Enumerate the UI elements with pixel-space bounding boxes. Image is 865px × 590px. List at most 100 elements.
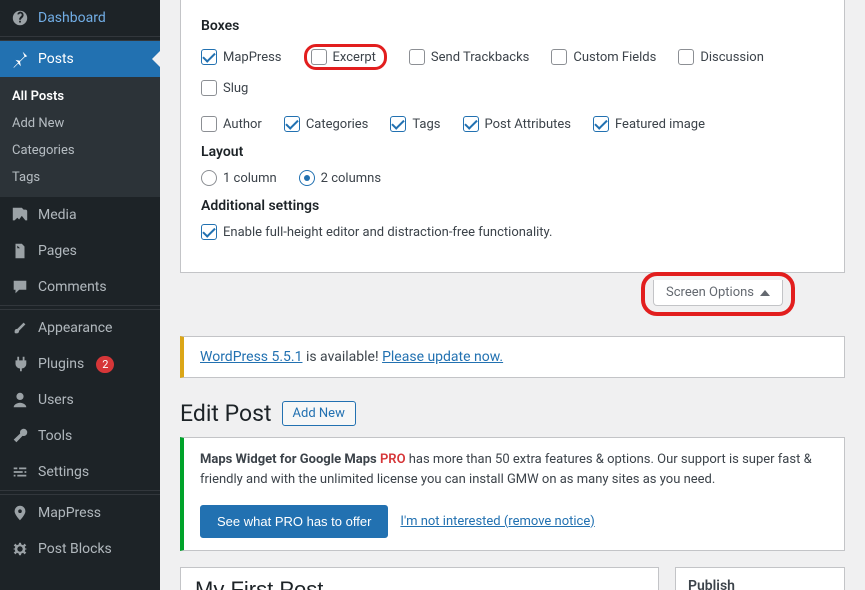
menu-label: Posts [38, 51, 74, 67]
checkbox-label: Author [223, 117, 262, 132]
update-version-link[interactable]: WordPress 5.5.1 [200, 349, 302, 365]
post-title-input[interactable] [191, 574, 648, 590]
user-icon [10, 390, 30, 410]
menu-appearance[interactable]: Appearance [0, 310, 160, 346]
menu-posts[interactable]: Posts [0, 41, 160, 77]
promo-cta-button[interactable]: See what PRO has to offer [200, 505, 388, 538]
menu-label: Dashboard [38, 10, 106, 26]
menu-tools[interactable]: Tools [0, 418, 160, 454]
screen-options-label: Screen Options [666, 285, 754, 300]
checkbox-label: Discussion [700, 50, 764, 65]
menu-label: MapPress [38, 505, 101, 521]
submenu-all-posts[interactable]: All Posts [0, 83, 160, 110]
main-content: Boxes MapPress Excerpt Send Trackbacks Cust… [160, 0, 865, 590]
additional-label: Enable full-height editor and distractio… [223, 225, 552, 240]
dashboard-icon [10, 8, 30, 28]
location-icon [10, 503, 30, 523]
checkbox-post-attributes[interactable] [463, 116, 479, 132]
menu-pages[interactable]: Pages [0, 233, 160, 269]
checkbox-slug[interactable] [201, 80, 217, 96]
promo-dismiss-link[interactable]: I'm not interested (remove notice) [400, 512, 594, 532]
boxes-row: MapPress Excerpt Send Trackbacks Custom Fie… [201, 44, 824, 132]
publish-metabox: Publish Save Draft [675, 567, 845, 590]
menu-users[interactable]: Users [0, 382, 160, 418]
checkbox-tags[interactable] [390, 116, 406, 132]
chevron-up-icon [760, 290, 770, 296]
radio-label: 2 columns [321, 171, 381, 186]
additional-row: Enable full-height editor and distractio… [201, 224, 824, 240]
checkbox-label: Excerpt [333, 50, 376, 65]
promo-notice: Maps Widget for Google Maps PRO has more… [180, 437, 845, 551]
menu-dashboard[interactable]: Dashboard [0, 0, 160, 36]
update-notice: WordPress 5.5.1 is available! Please upd… [180, 336, 845, 378]
radio-1-column[interactable] [201, 170, 217, 186]
menu-settings[interactable]: Settings [0, 454, 160, 490]
checkbox-label: Featured image [615, 117, 705, 132]
add-new-button[interactable]: Add New [282, 401, 356, 426]
update-text: is available! [302, 349, 382, 365]
screen-options-panel: Boxes MapPress Excerpt Send Trackbacks Cust… [180, 0, 845, 273]
gear-icon [10, 539, 30, 559]
admin-sidebar: Dashboard Posts All Posts Add New Catego… [0, 0, 160, 590]
annotation-highlight-tab: Screen Options [641, 272, 795, 316]
checkbox-excerpt[interactable] [311, 49, 327, 65]
comments-icon [10, 277, 30, 297]
checkbox-custom-fields[interactable] [551, 49, 567, 65]
submenu-add-new[interactable]: Add New [0, 110, 160, 137]
checkbox-label: Tags [412, 117, 440, 132]
checkbox-featured-image[interactable] [593, 116, 609, 132]
checkbox-mappress[interactable] [201, 49, 217, 65]
update-now-link[interactable]: Please update now. [382, 349, 503, 365]
submenu-categories[interactable]: Categories [0, 137, 160, 164]
annotation-highlight-excerpt: Excerpt [304, 44, 387, 70]
menu-plugins[interactable]: Plugins 2 [0, 346, 160, 382]
page-header: Edit Post Add New [180, 400, 845, 427]
layout-heading: Layout [201, 144, 824, 160]
title-column: Permalink: http://localhost/bipin/2020/0… [180, 567, 659, 590]
checkbox-categories[interactable] [284, 116, 300, 132]
menu-label: Tools [38, 428, 72, 444]
media-icon [10, 205, 30, 225]
boxes-heading: Boxes [201, 18, 824, 34]
promo-text: Maps Widget for Google Maps PRO has more… [200, 450, 828, 489]
publish-heading: Publish [676, 568, 844, 590]
radio-2-columns[interactable] [299, 170, 315, 186]
additional-heading: Additional settings [201, 198, 824, 214]
screen-options-tab-row: Screen Options [160, 272, 865, 316]
page-title: Edit Post [180, 400, 272, 427]
checkbox-author[interactable] [201, 116, 217, 132]
checkbox-label: Send Trackbacks [431, 50, 529, 65]
menu-media[interactable]: Media [0, 197, 160, 233]
menu-comments[interactable]: Comments [0, 269, 160, 305]
menu-label: Users [38, 392, 74, 408]
screen-options-toggle[interactable]: Screen Options [653, 280, 783, 306]
menu-label: Settings [38, 464, 89, 480]
menu-mappress[interactable]: MapPress [0, 495, 160, 531]
checkbox-discussion[interactable] [678, 49, 694, 65]
editor-row: Permalink: http://localhost/bipin/2020/0… [180, 567, 845, 590]
menu-label: Plugins [38, 356, 84, 372]
wrench-icon [10, 426, 30, 446]
submenu-tags[interactable]: Tags [0, 164, 160, 191]
menu-label: Appearance [38, 320, 112, 336]
checkbox-label: Custom Fields [573, 50, 656, 65]
menu-label: Pages [38, 243, 77, 259]
pages-icon [10, 241, 30, 261]
plugin-update-badge: 2 [96, 356, 114, 373]
menu-label: Post Blocks [38, 541, 112, 557]
sliders-icon [10, 462, 30, 482]
pin-icon [10, 49, 30, 69]
checkbox-label: Post Attributes [485, 117, 572, 132]
checkbox-label: Categories [306, 117, 369, 132]
menu-label: Media [38, 207, 77, 223]
menu-postblocks[interactable]: Post Blocks [0, 531, 160, 567]
plug-icon [10, 354, 30, 374]
brush-icon [10, 318, 30, 338]
checkbox-send-trackbacks[interactable] [409, 49, 425, 65]
checkbox-label: MapPress [223, 50, 282, 65]
submenu-posts: All Posts Add New Categories Tags [0, 77, 160, 197]
checkbox-label: Slug [223, 81, 248, 96]
layout-row: 1 column2 columns [201, 170, 824, 186]
additional-checkbox[interactable] [201, 224, 217, 240]
menu-label: Comments [38, 279, 107, 295]
